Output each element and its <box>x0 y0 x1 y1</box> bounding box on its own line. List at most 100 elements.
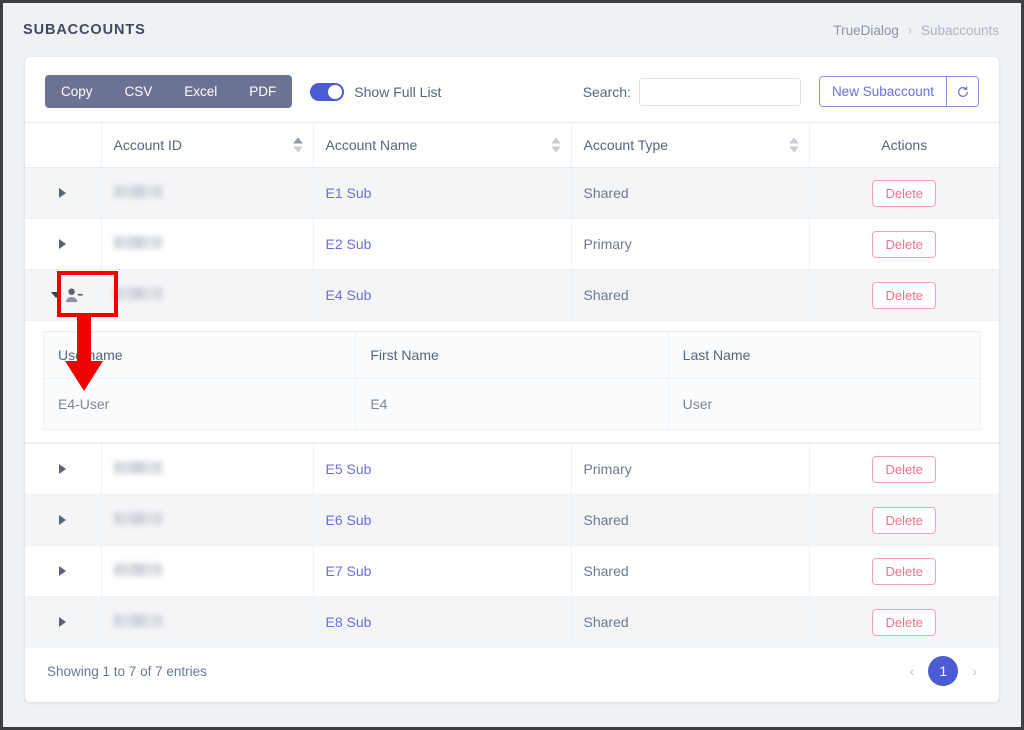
nested-table-wrap: Username First Name Last Name E4-User E4 <box>25 321 999 443</box>
delete-button[interactable]: Delete <box>872 557 937 585</box>
account-name-link[interactable]: E7 Sub <box>326 563 372 579</box>
new-subaccount-button[interactable]: New Subaccount <box>819 77 946 106</box>
toolbar-right: Search: New Subaccount <box>583 76 979 107</box>
col-last-name: Last Name <box>668 331 981 379</box>
subaccount-users-table: Username First Name Last Name E4-User E4 <box>43 331 981 430</box>
col-account-name[interactable]: Account Name <box>313 122 572 168</box>
account-id-cell <box>101 269 314 321</box>
breadcrumb: TrueDialog › Subaccounts <box>833 23 999 38</box>
nested-header-row: Username First Name Last Name <box>43 331 981 379</box>
account-name-cell[interactable]: E7 Sub <box>313 545 572 597</box>
delete-button[interactable]: Delete <box>872 230 937 258</box>
delete-button[interactable]: Delete <box>872 608 937 636</box>
col-first-name: First Name <box>355 331 669 379</box>
show-full-list-label: Show Full List <box>354 83 442 100</box>
account-type-cell: Shared <box>571 545 810 597</box>
expand-cell[interactable] <box>25 269 102 321</box>
show-full-list-toggle[interactable]: Show Full List <box>310 82 442 101</box>
account-name-link[interactable]: E6 Sub <box>326 512 372 528</box>
caret-down-icon <box>51 292 61 298</box>
account-name-link[interactable]: E8 Sub <box>326 614 372 630</box>
nested-table-head: Username First Name Last Name <box>43 331 981 379</box>
expand-caret-icon[interactable] <box>59 188 66 198</box>
copy-button[interactable]: Copy <box>45 75 109 108</box>
subaccounts-table: Account ID Account Name Account Type Act… <box>25 122 999 648</box>
account-name-link[interactable]: E4 Sub <box>326 287 372 303</box>
first-name-cell: E4 <box>355 378 669 430</box>
account-type-cell: Shared <box>571 269 810 321</box>
pagination: ‹ 1 › <box>910 656 977 686</box>
expand-cell[interactable] <box>25 545 102 597</box>
account-id-redacted <box>113 185 162 198</box>
account-id-cell <box>101 218 314 270</box>
delete-button[interactable]: Delete <box>872 455 937 483</box>
refresh-icon[interactable] <box>946 77 978 106</box>
account-name-link[interactable]: E1 Sub <box>326 185 372 201</box>
expand-caret-icon[interactable] <box>59 464 66 474</box>
subaccounts-page: SUBACCOUNTS TrueDialog › Subaccounts Cop… <box>3 3 1021 727</box>
delete-button[interactable]: Delete <box>872 506 937 534</box>
sort-account-type-icon[interactable] <box>788 137 799 153</box>
col-account-id[interactable]: Account ID <box>101 122 314 168</box>
account-name-cell[interactable]: E2 Sub <box>313 218 572 270</box>
actions-cell: Delete <box>809 443 999 495</box>
excel-button[interactable]: Excel <box>168 75 233 108</box>
account-name-cell[interactable]: E6 Sub <box>313 494 572 546</box>
pdf-button[interactable]: PDF <box>233 75 292 108</box>
account-type-cell: Primary <box>571 218 810 270</box>
breadcrumb-separator-icon: › <box>907 23 912 37</box>
col-account-type[interactable]: Account Type <box>571 122 810 168</box>
account-name-cell[interactable]: E5 Sub <box>313 443 572 495</box>
csv-button[interactable]: CSV <box>109 75 169 108</box>
delete-button[interactable]: Delete <box>872 179 937 207</box>
account-name-link[interactable]: E2 Sub <box>326 236 372 252</box>
account-id-redacted <box>113 287 162 300</box>
actions-cell: Delete <box>809 269 999 321</box>
last-name-cell: User <box>668 378 981 430</box>
col-account-id-label: Account ID <box>113 137 182 153</box>
breadcrumb-root[interactable]: TrueDialog <box>833 23 899 38</box>
sort-account-id-icon[interactable] <box>292 137 303 153</box>
expand-user-icon[interactable] <box>51 286 89 305</box>
pagination-next[interactable]: › <box>972 663 977 679</box>
account-name-cell[interactable]: E4 Sub <box>313 269 572 321</box>
table-row[interactable]: E6 Sub Shared Delete <box>25 494 999 546</box>
username-cell: E4-User <box>43 378 357 430</box>
toggle-knob <box>328 84 343 99</box>
expand-cell[interactable] <box>25 494 102 546</box>
table-row-expanded[interactable]: E4 Sub Shared Delete <box>25 269 999 321</box>
account-name-link[interactable]: E5 Sub <box>326 461 372 477</box>
col-username: Username <box>43 331 357 379</box>
user-minus-icon <box>65 287 83 302</box>
subaccounts-card: Copy CSV Excel PDF Show Full List Search… <box>25 57 999 702</box>
export-buttons-group: Copy CSV Excel PDF <box>45 75 293 108</box>
search-input[interactable] <box>638 77 801 106</box>
expand-caret-icon[interactable] <box>59 515 66 525</box>
account-id-redacted <box>113 236 162 249</box>
expand-caret-icon[interactable] <box>59 239 66 249</box>
actions-cell: Delete <box>809 167 999 219</box>
account-id-cell <box>101 494 314 546</box>
expand-cell[interactable] <box>25 443 102 495</box>
expand-caret-icon[interactable] <box>59 566 66 576</box>
actions-cell: Delete <box>809 218 999 270</box>
expand-caret-icon[interactable] <box>59 617 66 627</box>
table-row[interactable]: E1 Sub Shared Delete <box>25 167 999 219</box>
new-subaccount-group: New Subaccount <box>818 76 979 107</box>
table-body: E1 Sub Shared Delete E2 Sub Primary Dele… <box>25 167 999 648</box>
actions-cell: Delete <box>809 545 999 597</box>
delete-button[interactable]: Delete <box>872 281 937 309</box>
expand-cell[interactable] <box>25 167 102 219</box>
table-row[interactable]: E2 Sub Primary Delete <box>25 218 999 270</box>
nested-table-row: E4-User E4 User <box>43 378 981 430</box>
table-header-row: Account ID Account Name Account Type Act… <box>25 122 999 168</box>
col-actions: Actions <box>809 122 999 168</box>
toggle-track[interactable] <box>310 82 345 101</box>
expand-cell[interactable] <box>25 218 102 270</box>
pagination-prev[interactable]: ‹ <box>910 663 915 679</box>
table-row[interactable]: E7 Sub Shared Delete <box>25 545 999 597</box>
table-row[interactable]: E5 Sub Primary Delete <box>25 443 999 495</box>
account-name-cell[interactable]: E1 Sub <box>313 167 572 219</box>
sort-account-name-icon[interactable] <box>550 137 561 153</box>
pagination-page-1[interactable]: 1 <box>928 656 959 686</box>
